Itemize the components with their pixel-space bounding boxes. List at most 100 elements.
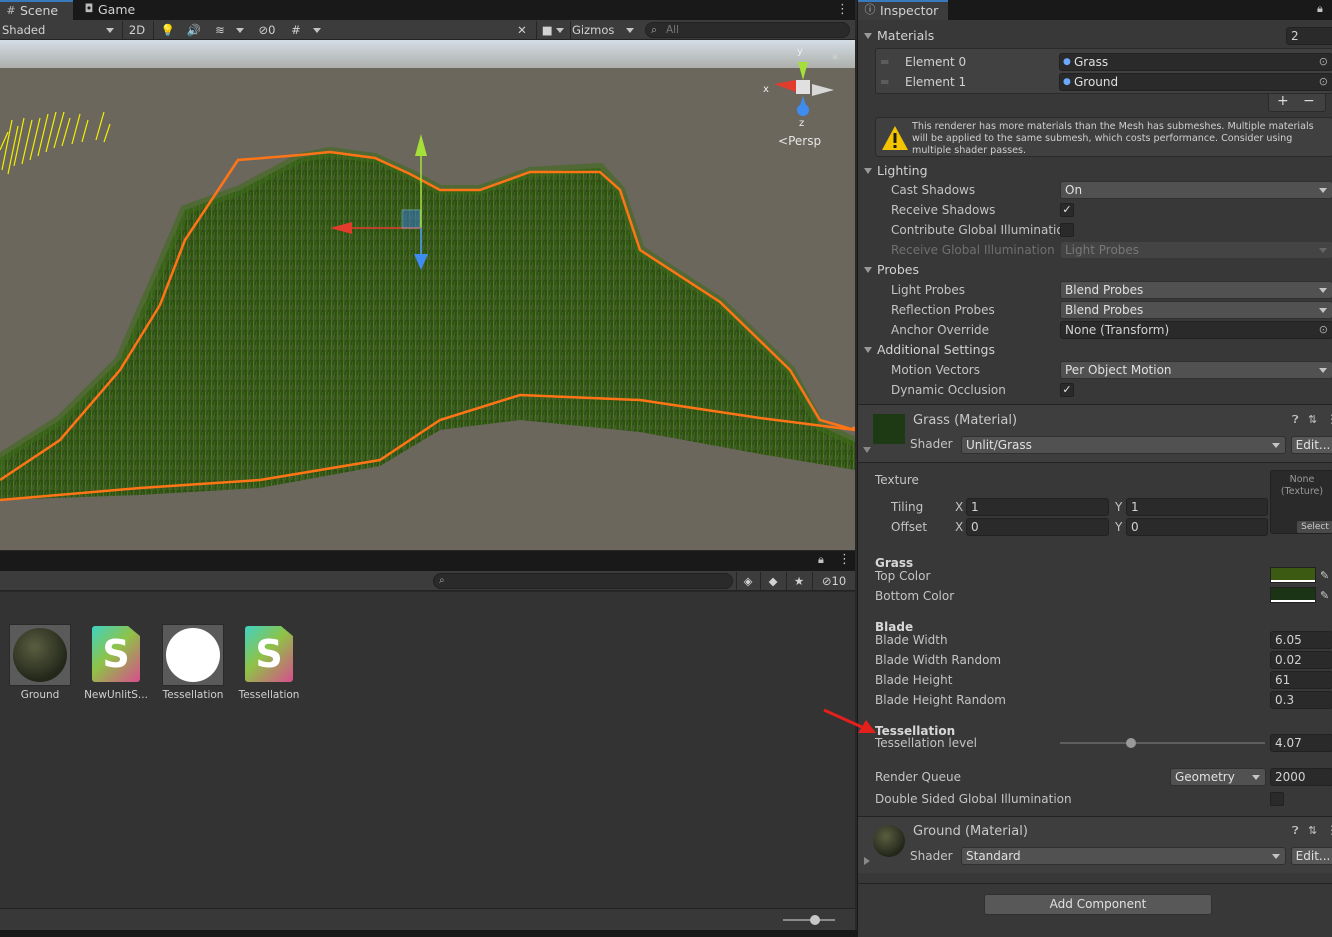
grass-shader-edit-button[interactable]: Edit... — [1291, 436, 1332, 454]
materials-size-field[interactable]: 2 — [1286, 27, 1332, 45]
lock-icon[interactable]: 🔒︎ — [1317, 2, 1323, 16]
foldout-arrow-icon[interactable] — [863, 447, 871, 453]
effects-layers-icon[interactable]: ≋ — [210, 21, 230, 39]
hidden-objects-toggle[interactable]: ⊘0 — [253, 21, 281, 39]
filter-by-label-icon[interactable]: ◆ — [763, 572, 783, 590]
grass-shader-dropdown[interactable]: Unlit/Grass — [961, 436, 1286, 454]
cast-shadows-dropdown[interactable]: On — [1060, 181, 1332, 199]
offset-y-field[interactable]: 0 — [1126, 518, 1268, 536]
perspective-label: Persp — [788, 134, 822, 148]
materials-section-header[interactable]: Materials 2 — [858, 26, 1332, 46]
favorites-star-icon[interactable]: ★ — [789, 572, 809, 590]
gizmos-dropdown[interactable]: Gizmos — [572, 21, 638, 39]
additional-settings-header[interactable]: Additional Settings — [858, 340, 1332, 360]
lighting-toggle-icon[interactable]: 💡 — [158, 21, 178, 39]
add-component-button[interactable]: Add Component — [984, 894, 1212, 915]
double-sided-gi-checkbox[interactable] — [1270, 792, 1284, 806]
anchor-override-field[interactable]: None (Transform) ⊙ — [1060, 321, 1332, 339]
draw-mode-dropdown[interactable]: Shaded — [2, 21, 118, 39]
more-options-icon[interactable]: ⋮ — [838, 552, 851, 567]
blade-width-random-field[interactable]: 0.02 — [1270, 651, 1332, 669]
blade-height-field[interactable]: 61 — [1270, 671, 1332, 689]
texture-row: Texture — [858, 470, 1332, 490]
tab-inspector[interactable]: ⓘ Inspector — [858, 0, 948, 20]
blade-height-random-row: Blade Height Random 0.3 — [858, 690, 1332, 710]
reflection-probes-dropdown[interactable]: Blend Probes — [1060, 301, 1332, 319]
icon-size-slider-thumb[interactable] — [810, 915, 820, 925]
asset-item[interactable]: Tessellation — [155, 624, 231, 701]
add-element-button[interactable]: + — [1277, 93, 1289, 109]
preset-icon[interactable]: ⇅ — [1308, 413, 1317, 426]
eye-slash-icon: ⊘ — [258, 23, 269, 37]
object-picker-icon[interactable]: ⊙ — [1319, 54, 1328, 70]
motion-vectors-dropdown[interactable]: Per Object Motion — [1060, 361, 1332, 379]
blade-height-random-field[interactable]: 0.3 — [1270, 691, 1332, 709]
tab-scene[interactable]: # Scene — [0, 0, 73, 20]
tessellation-level-field[interactable]: 4.07 — [1270, 734, 1332, 752]
foldout-arrow-icon[interactable] — [864, 857, 870, 865]
filter-by-type-icon[interactable]: ◈ — [738, 572, 758, 590]
lock-icon[interactable]: ▪ — [832, 52, 842, 62]
tools-icon[interactable]: ✕ — [512, 21, 532, 39]
audio-toggle-icon[interactable]: 🔊 — [184, 21, 204, 39]
effects-dropdown-arrow[interactable] — [233, 21, 247, 39]
lock-icon[interactable]: 🔒︎ — [818, 553, 824, 567]
element-0-object-field[interactable]: ● Grass ⊙ — [1059, 53, 1332, 71]
drag-handle-icon[interactable]: ═ — [881, 72, 888, 92]
bottom-color-swatch[interactable] — [1270, 587, 1316, 603]
object-picker-icon[interactable]: ⊙ — [1319, 74, 1328, 90]
contribute-gi-checkbox[interactable] — [1060, 223, 1074, 237]
toggle-2d-button[interactable]: 2D — [125, 21, 149, 39]
annotation-arrow — [823, 708, 876, 733]
render-queue-dropdown[interactable]: Geometry — [1170, 768, 1266, 786]
lighting-section-header[interactable]: Lighting — [858, 161, 1332, 181]
scene-viewport[interactable]: y x z <Persp ▪ — [0, 40, 855, 550]
dynamic-occlusion-checkbox[interactable]: ✓ — [1060, 383, 1074, 397]
element-1-object-field[interactable]: ● Ground ⊙ — [1059, 73, 1332, 91]
project-search-input[interactable]: ⌕ — [433, 573, 733, 589]
more-options-icon[interactable]: ⋮ — [1326, 412, 1332, 426]
eyedropper-icon[interactable]: ✎ — [1320, 566, 1329, 586]
grass-material-header: Grass (Material) ❓︎ ⇅ ⋮ Shader Unlit/Gra… — [858, 405, 1332, 462]
tab-game[interactable]: ◘ Game — [78, 0, 148, 20]
more-options-icon[interactable]: ⋮ — [1326, 823, 1332, 837]
asset-item[interactable]: S NewUnlitS... — [78, 624, 154, 701]
list-item: ═ Element 1 ● Ground ⊙ — [876, 72, 1332, 92]
tessellation-slider-thumb[interactable] — [1126, 738, 1136, 748]
render-queue-field[interactable]: 2000 — [1270, 768, 1332, 786]
grid-dropdown-arrow[interactable] — [310, 21, 324, 39]
drag-handle-icon[interactable]: ═ — [881, 52, 888, 72]
ground-shader-edit-button[interactable]: Edit... — [1291, 847, 1332, 865]
toggle-2d-label: 2D — [128, 23, 146, 37]
scene-search-input[interactable]: ⌕ All — [645, 22, 850, 38]
eyedropper-icon[interactable]: ✎ — [1320, 586, 1329, 606]
double-sided-gi-label: Double Sided Global Illumination — [875, 792, 1072, 806]
top-color-swatch[interactable] — [1270, 567, 1316, 583]
camera-settings-button[interactable]: ■ — [538, 21, 568, 39]
icon-size-slider-track[interactable] — [783, 919, 835, 921]
preset-icon[interactable]: ⇅ — [1308, 824, 1317, 837]
receive-shadows-checkbox[interactable]: ✓ — [1060, 203, 1074, 217]
perspective-toggle[interactable]: <Persp — [778, 134, 821, 148]
material-sphere-icon — [162, 624, 224, 686]
bottom-color-fill — [1271, 588, 1315, 600]
asset-item[interactable]: S Tessellation — [231, 624, 307, 701]
hidden-packages-toggle[interactable]: ⊘10 — [816, 572, 852, 590]
light-probes-dropdown[interactable]: Blend Probes — [1060, 281, 1332, 299]
anchor-override-row: Anchor Override None (Transform) ⊙ — [858, 320, 1332, 340]
probes-section-header[interactable]: Probes — [858, 260, 1332, 280]
foldout-arrow-icon — [864, 347, 872, 353]
grid-toggle-icon[interactable]: # — [286, 21, 306, 39]
help-icon[interactable]: ❓︎ — [1292, 824, 1299, 838]
more-options-icon[interactable]: ⋮ — [836, 2, 849, 18]
asset-item[interactable]: Ground — [2, 624, 78, 701]
remove-element-button[interactable]: − — [1303, 93, 1315, 109]
tiling-y-field[interactable]: 1 — [1126, 498, 1268, 516]
blade-width-field[interactable]: 6.05 — [1270, 631, 1332, 649]
help-icon[interactable]: ❓︎ — [1292, 413, 1299, 427]
ground-shader-dropdown[interactable]: Standard — [961, 847, 1286, 865]
tessellation-slider-track[interactable] — [1060, 742, 1265, 744]
object-picker-icon[interactable]: ⊙ — [1319, 322, 1328, 338]
tiling-x-field[interactable]: 1 — [966, 498, 1109, 516]
offset-x-field[interactable]: 0 — [966, 518, 1109, 536]
